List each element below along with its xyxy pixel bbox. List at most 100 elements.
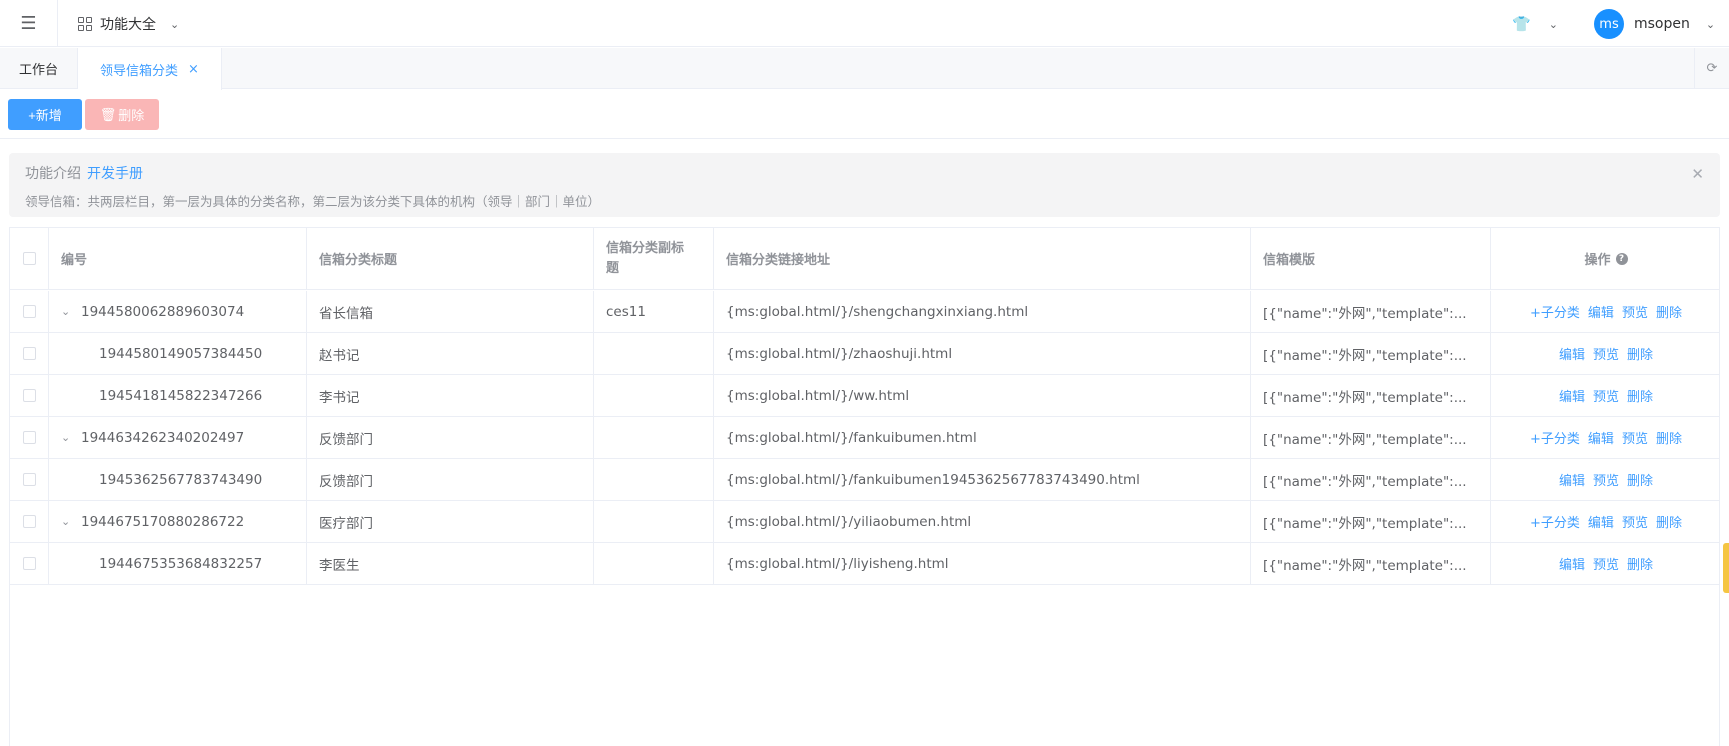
row-select-cell — [10, 543, 49, 584]
menu-switch[interactable]: 功能大全 ⌄ — [78, 12, 179, 36]
help-icon[interactable]: ? — [1615, 252, 1628, 265]
chevron-down-icon: ⌄ — [1705, 17, 1716, 31]
edit-link[interactable]: 编辑 — [1588, 302, 1614, 321]
row-id-cell: 1945418145822347266 — [49, 375, 307, 416]
row-checkbox[interactable] — [22, 347, 36, 360]
row-checkbox[interactable] — [22, 473, 36, 486]
row-link: {ms:global.html/}/zhaoshuji.html — [714, 333, 1251, 374]
table-row: 1944675353684832257 李医生 {ms:global.html/}/… — [10, 543, 1719, 585]
header-link: 信箱分类链接地址 — [714, 228, 1251, 289]
row-checkbox[interactable] — [22, 557, 36, 570]
tab-label: 工作台 — [18, 63, 58, 78]
table-header: 编号 信箱分类标题 信箱分类副标题 信箱分类链接地址 信箱模版 操作 ? — [10, 228, 1719, 290]
table-row: 1945418145822347266 李书记 {ms:global.html/}/… — [10, 375, 1719, 417]
delete-link[interactable]: 删除 — [1627, 386, 1653, 405]
chevron-down-icon: ⌄ — [1548, 17, 1558, 31]
row-select-cell — [10, 459, 49, 500]
row-link: {ms:global.html/}/yiliaobumen.html — [714, 501, 1251, 542]
shirt-icon: 👕 — [1512, 15, 1531, 33]
side-handle[interactable] — [1723, 543, 1729, 593]
notice-title-text: 功能介绍 — [25, 166, 81, 182]
table-row: 1944580149057384450 赵书记 {ms:global.html/}/… — [10, 333, 1719, 375]
edit-link[interactable]: 编辑 — [1588, 512, 1614, 531]
edit-link[interactable]: 编辑 — [1559, 470, 1585, 489]
row-title: 李书记 — [307, 375, 594, 416]
preview-link[interactable]: 预览 — [1622, 302, 1648, 321]
dev-manual-link[interactable]: 开发手册 — [87, 166, 143, 182]
chevron-down-icon[interactable]: ⌄ — [61, 515, 81, 528]
row-subtitle — [594, 375, 714, 416]
table-row: ⌄ 1944634262340202497 反馈部门 {ms:global.html/… — [10, 417, 1719, 459]
add-child-link[interactable]: +子分类 — [1530, 512, 1580, 531]
preview-link[interactable]: 预览 — [1593, 386, 1619, 405]
row-id-cell: ⌄ 1944580062889603074 — [49, 291, 307, 332]
row-id: 1944675353684832257 — [99, 555, 263, 572]
category-table: 编号 信箱分类标题 信箱分类副标题 信箱分类链接地址 信箱模版 操作 ? ⌄ 19… — [9, 227, 1720, 746]
edit-link[interactable]: 编辑 — [1559, 344, 1585, 363]
row-template: [{"name":"外网","template":... — [1251, 333, 1491, 374]
add-child-link[interactable]: +子分类 — [1530, 428, 1580, 447]
row-id-cell: 1945362567783743490 — [49, 459, 307, 500]
row-ops: 编辑 预览 删除 — [1491, 543, 1721, 584]
edit-link[interactable]: 编辑 — [1559, 386, 1585, 405]
row-ops: 编辑 预览 删除 — [1491, 375, 1721, 416]
toolbar: +新增 🗑 删除 — [0, 89, 1729, 139]
refresh-icon[interactable]: ⟳ — [1694, 48, 1729, 89]
delete-button[interactable]: 🗑 删除 — [85, 99, 159, 130]
header-ops: 操作 ? — [1491, 228, 1721, 289]
header-subtitle: 信箱分类副标题 — [594, 228, 714, 289]
add-button[interactable]: +新增 — [8, 99, 82, 130]
preview-link[interactable]: 预览 — [1593, 344, 1619, 363]
edit-link[interactable]: 编辑 — [1588, 428, 1614, 447]
close-icon[interactable]: ✕ — [1691, 165, 1704, 183]
row-id-cell: 1944580149057384450 — [49, 333, 307, 374]
menu-toggle-icon[interactable]: ☰ — [0, 0, 58, 47]
row-title: 医疗部门 — [307, 501, 594, 542]
preview-link[interactable]: 预览 — [1593, 554, 1619, 573]
delete-link[interactable]: 删除 — [1627, 344, 1653, 363]
chevron-down-icon[interactable]: ⌄ — [61, 431, 81, 444]
row-checkbox[interactable] — [22, 305, 36, 318]
avatar: ms — [1594, 9, 1624, 39]
delete-link[interactable]: 删除 — [1656, 512, 1682, 531]
close-icon[interactable]: × — [188, 62, 199, 77]
row-link: {ms:global.html/}/liyisheng.html — [714, 543, 1251, 584]
row-template: [{"name":"外网","template":... — [1251, 543, 1491, 584]
table-row: ⌄ 1944580062889603074 省长信箱 ces11 {ms:global.… — [10, 291, 1719, 333]
user-menu[interactable]: ms msopen ⌄ — [1594, 9, 1715, 39]
chevron-down-icon[interactable]: ⌄ — [61, 305, 81, 318]
row-ops-group: +子分类 编辑 预览 删除 — [1530, 428, 1682, 447]
tab-workbench[interactable]: 工作台 — [0, 48, 78, 89]
row-select-cell — [10, 333, 49, 374]
row-ops-group: +子分类 编辑 预览 删除 — [1530, 512, 1682, 531]
select-all-checkbox[interactable] — [22, 252, 36, 265]
row-title: 赵书记 — [307, 333, 594, 374]
row-ops-group: 编辑 预览 删除 — [1559, 470, 1653, 489]
preview-link[interactable]: 预览 — [1593, 470, 1619, 489]
preview-link[interactable]: 预览 — [1622, 512, 1648, 531]
row-id: 1945362567783743490 — [99, 471, 263, 488]
row-checkbox[interactable] — [22, 515, 36, 528]
edit-link[interactable]: 编辑 — [1559, 554, 1585, 573]
row-ops-group: 编辑 预览 删除 — [1559, 554, 1653, 573]
row-checkbox[interactable] — [22, 431, 36, 444]
add-child-link[interactable]: +子分类 — [1530, 302, 1580, 321]
row-ops-group: 编辑 预览 删除 — [1559, 386, 1653, 405]
delete-link[interactable]: 删除 — [1656, 302, 1682, 321]
notice-description: 领导信箱：共两层栏目，第一层为具体的分类名称，第二层为该分类下具体的机构（领导｜… — [25, 194, 601, 209]
row-id: 1944580149057384450 — [99, 345, 263, 362]
delete-link[interactable]: 删除 — [1627, 554, 1653, 573]
chevron-down-icon: ⌄ — [170, 17, 180, 31]
delete-link[interactable]: 删除 — [1627, 470, 1653, 489]
row-title: 李医生 — [307, 543, 594, 584]
header-id: 编号 — [49, 228, 307, 289]
preview-link[interactable]: 预览 — [1622, 428, 1648, 447]
row-id: 1944634262340202497 — [81, 429, 245, 446]
tab-mailbox-category[interactable]: 领导信箱分类 × — [78, 48, 222, 90]
row-checkbox[interactable] — [22, 389, 36, 402]
tab-label: 领导信箱分类 — [100, 63, 179, 79]
delete-link[interactable]: 删除 — [1656, 428, 1682, 447]
theme-switch[interactable]: 👕 ⌄ — [1512, 12, 1558, 36]
user-name: msopen — [1634, 16, 1690, 32]
row-template: [{"name":"外网","template":... — [1251, 417, 1491, 458]
